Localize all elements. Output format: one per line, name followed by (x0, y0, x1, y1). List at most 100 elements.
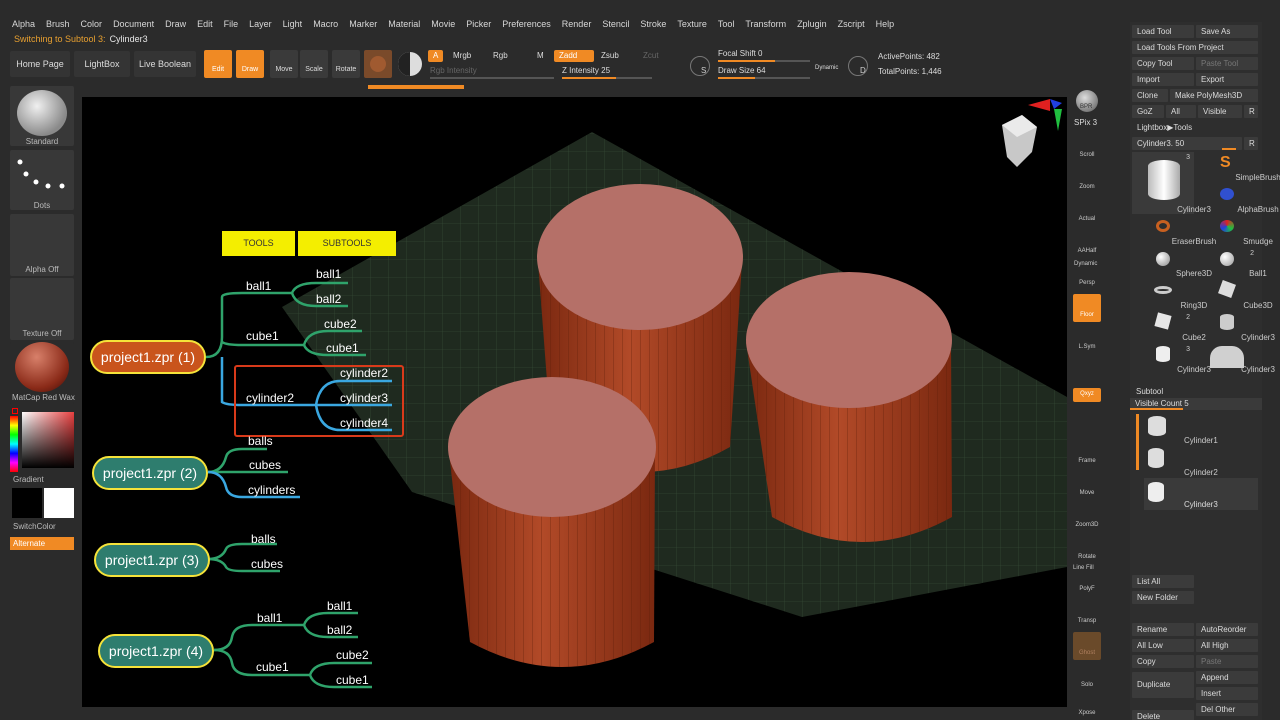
xpose-button[interactable]: Xpose (1073, 692, 1101, 720)
tool-thumb-cylinder3-c[interactable]: 3 Cylinder3 (1132, 344, 1211, 374)
live-boolean-button[interactable]: Live Boolean (134, 51, 196, 77)
tool-thumb-cylinder3-d[interactable]: Cylinder3 (1196, 344, 1275, 374)
delete-button[interactable]: Delete (1132, 710, 1194, 720)
menu-item[interactable]: Alpha (12, 16, 35, 32)
material-selector[interactable]: MatCap Red Wax (10, 342, 75, 404)
project-node-1[interactable]: project1.zpr (1) (90, 340, 206, 374)
draw-size-slider[interactable]: Draw Size 64 (718, 66, 810, 79)
color-picker[interactable] (10, 408, 74, 472)
menu-item[interactable]: Layer (249, 16, 272, 32)
menu-item[interactable]: Movie (431, 16, 455, 32)
aahalf-button[interactable]: AAHalf (1073, 230, 1101, 258)
rotate-mode-button[interactable]: Rotate (332, 50, 360, 78)
menu-item[interactable]: Picker (466, 16, 491, 32)
polyf-button[interactable]: PolyF (1073, 568, 1101, 596)
zsub-toggle[interactable]: Zsub (596, 50, 624, 62)
goz-visible-button[interactable]: Visible (1198, 105, 1242, 118)
tool-thumb-simplebrush[interactable]: S SimpleBrush (1196, 152, 1280, 182)
secondary-color-swatch[interactable] (12, 488, 42, 518)
draw-mode-button[interactable]: Draw (236, 50, 264, 78)
save-as-button[interactable]: Save As (1196, 25, 1258, 38)
move-mode-button[interactable]: Move (270, 50, 298, 78)
tool-thumb-cylinder3-b[interactable]: Cylinder3 (1196, 312, 1275, 342)
subtool-item[interactable]: Cylinder1 (1144, 414, 1258, 445)
texture-selector[interactable]: Texture Off (10, 278, 74, 340)
project-node-2[interactable]: project1.zpr (2) (92, 456, 208, 490)
menu-item[interactable]: Color (81, 16, 103, 32)
a-toggle[interactable]: A (428, 50, 444, 62)
material-swatch-button[interactable] (364, 50, 392, 78)
rename-button[interactable]: Rename (1132, 623, 1194, 636)
scale-mode-button[interactable]: Scale (300, 50, 328, 78)
menu-item[interactable]: Light (283, 16, 303, 32)
tool-thumb-cylinder3[interactable]: 3 Cylinder3 (1132, 152, 1211, 214)
zoom3d-button[interactable]: Zoom3D (1073, 504, 1101, 532)
menu-item[interactable]: Marker (349, 16, 377, 32)
menu-item[interactable]: File (224, 16, 239, 32)
m-toggle[interactable]: M (532, 50, 549, 62)
tool-thumb-cube2[interactable]: 2 Cube2 (1132, 312, 1206, 342)
edit-mode-button[interactable]: Edit (204, 50, 232, 78)
zadd-toggle[interactable]: Zadd (554, 50, 594, 62)
menu-item[interactable]: Preferences (502, 16, 551, 32)
rgb-toggle[interactable]: Rgb (488, 50, 513, 62)
alternate-button[interactable]: Alternate (10, 537, 74, 550)
floor-button[interactable]: Floor (1073, 294, 1101, 322)
solo-button[interactable]: Solo (1073, 664, 1101, 692)
scroll-button[interactable]: Scroll (1073, 134, 1101, 162)
menu-item[interactable]: Document (113, 16, 154, 32)
dynamic-toggle[interactable]: Dynamic (815, 65, 838, 71)
zcut-toggle[interactable]: Zcut (638, 50, 664, 62)
stroke-selector[interactable]: Dots (10, 150, 74, 210)
load-tool-button[interactable]: Load Tool (1132, 25, 1194, 38)
auto-reorder-button[interactable]: AutoReorder (1196, 623, 1258, 636)
zoom-button[interactable]: Zoom (1073, 166, 1101, 194)
rgb-intensity-slider[interactable]: Rgb Intensity (430, 66, 554, 79)
make-polymesh-button[interactable]: Make PolyMesh3D (1170, 89, 1258, 102)
menu-item[interactable]: Material (388, 16, 420, 32)
append-button[interactable]: Append (1196, 671, 1258, 684)
menu-item[interactable]: Transform (745, 16, 786, 32)
menu-item[interactable]: Stroke (640, 16, 666, 32)
tool-thumb-ball1[interactable]: 2 Ball1 (1196, 248, 1267, 278)
orientation-gizmo[interactable] (1002, 99, 1062, 167)
persp-button[interactable]: Persp (1073, 262, 1101, 290)
menu-item[interactable]: Draw (165, 16, 186, 32)
subtool-header[interactable]: Subtool (1136, 387, 1163, 396)
lsym-button[interactable]: L.Sym (1073, 326, 1101, 354)
visible-count-slider[interactable]: Visible Count 5 (1130, 398, 1262, 410)
canvas-viewport[interactable]: TOOLS SUBTOOLS project1.zpr (1) project1… (82, 97, 1067, 707)
brush-selector[interactable]: Standard (10, 86, 74, 146)
all-low-button[interactable]: All Low (1132, 639, 1194, 652)
paste-button[interactable]: Paste (1196, 655, 1258, 668)
all-high-button[interactable]: All High (1196, 639, 1258, 652)
color-field[interactable] (22, 412, 74, 468)
goz-button[interactable]: GoZ (1132, 105, 1164, 118)
tool-thumb-sphere3d[interactable]: Sphere3D (1132, 248, 1212, 278)
menu-item[interactable]: Render (562, 16, 592, 32)
copy-button[interactable]: Copy (1132, 655, 1194, 668)
tool-thumb-alphabrush[interactable]: AlphaBrush (1196, 184, 1279, 214)
home-page-button[interactable]: Home Page (10, 51, 70, 77)
transp-button[interactable]: Transp (1073, 600, 1101, 628)
export-button[interactable]: Export (1196, 73, 1258, 86)
color-mode-icon[interactable] (398, 52, 422, 76)
goz-all-button[interactable]: All (1166, 105, 1196, 118)
frame-button[interactable]: Frame (1073, 440, 1101, 468)
import-button[interactable]: Import (1132, 73, 1194, 86)
menu-item[interactable]: Macro (313, 16, 338, 32)
duplicate-button[interactable]: Duplicate (1132, 672, 1194, 698)
menu-item[interactable]: Zscript (838, 16, 865, 32)
insert-button[interactable]: Insert (1196, 687, 1258, 700)
ghost-button[interactable]: Ghost (1073, 632, 1101, 660)
project-node-4[interactable]: project1.zpr (4) (98, 634, 214, 668)
current-tool-r-button[interactable]: R (1244, 137, 1258, 150)
rotate-button[interactable]: Rotate (1073, 536, 1101, 564)
clone-button[interactable]: Clone (1132, 89, 1168, 102)
menu-item[interactable]: Tool (718, 16, 735, 32)
actual-button[interactable]: Actual (1073, 198, 1101, 226)
copy-tool-button[interactable]: Copy Tool (1132, 57, 1194, 70)
sdiv-icon[interactable] (690, 56, 710, 76)
current-tool-slider[interactable]: Cylinder3. 50 (1132, 137, 1242, 150)
hue-strip[interactable] (10, 416, 18, 472)
